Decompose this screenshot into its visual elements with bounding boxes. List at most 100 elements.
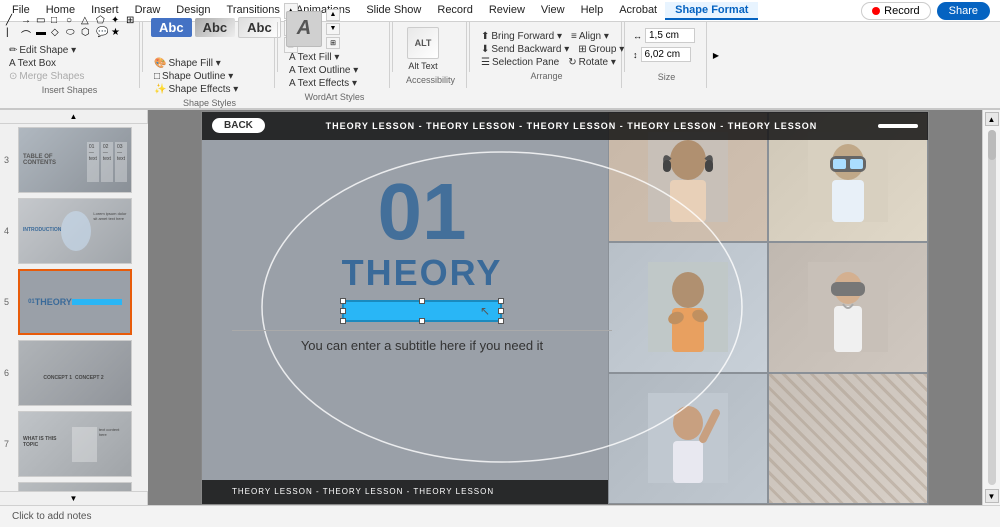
abc-style-3[interactable]: Abc — [238, 17, 281, 38]
star-icon[interactable]: ✦ — [111, 15, 125, 26]
slide-thumbnail-6[interactable]: CONCEPT 1 CONCEPT 2 — [18, 340, 132, 406]
rect3-icon[interactable]: ▬ — [36, 27, 50, 42]
slide-thumbnail-7[interactable]: WHAT IS THIS TOPIC text content here — [18, 411, 132, 477]
abc-style-1[interactable]: Abc — [151, 18, 192, 37]
handle-tr — [498, 298, 504, 304]
star2-icon[interactable]: ★ — [111, 27, 125, 42]
slide-viewport: BACK THEORY LESSON - THEORY LESSON - THE… — [148, 110, 982, 505]
bring-forward-button[interactable]: ⬆ Bring Forward ▾ — [478, 30, 565, 43]
slide-thumbnail-3[interactable]: TABLE OF CONTENTS 01—text 02—text 03—tex… — [18, 127, 132, 193]
size-group: ↔ 1,5 cm ↕ 6,02 cm Size — [627, 22, 707, 88]
slide-canvas[interactable]: BACK THEORY LESSON - THEORY LESSON - THE… — [201, 111, 929, 505]
slide-item-3[interactable]: 3 TABLE OF CONTENTS 01—text 02—text 03—t… — [18, 127, 144, 193]
status-text: Click to add notes — [12, 511, 92, 522]
menu-view[interactable]: View — [533, 2, 573, 20]
wordart-scroll-down[interactable]: ▼ — [326, 23, 340, 35]
shape-outline-button[interactable]: □ Shape Outline ▾ — [151, 70, 236, 83]
text-fill-button[interactable]: A Text Fill ▾ — [286, 51, 342, 64]
slide-item-6[interactable]: 6 CONCEPT 1 CONCEPT 2 — [18, 340, 144, 406]
menu-help[interactable]: Help — [573, 2, 612, 20]
slide-divider — [232, 330, 612, 331]
shape-effects-button[interactable]: ✨ Shape Effects ▾ — [151, 83, 241, 96]
menu-review[interactable]: Review — [481, 2, 533, 20]
person-vr-svg — [808, 132, 888, 222]
handle-bl — [340, 318, 346, 324]
shape-fill-button[interactable]: 🎨 Shape Fill ▾ — [151, 57, 224, 70]
slide-num-4: 4 — [4, 226, 9, 236]
divider-5 — [624, 22, 625, 72]
height-input[interactable]: 6,02 cm — [641, 47, 691, 62]
right-scrollbar-thumb[interactable] — [988, 130, 996, 160]
text-box-button[interactable]: A Text Box — [6, 57, 59, 70]
more-icon[interactable]: ⊞ — [126, 15, 140, 26]
menu-shape-format[interactable]: Shape Format — [665, 2, 758, 20]
panel-scroll-down-button[interactable]: ▼ — [0, 492, 147, 505]
selected-text-box[interactable]: ↖ — [342, 300, 502, 322]
header-oval — [878, 124, 918, 128]
width-input[interactable]: 1,5 cm — [645, 28, 695, 43]
align-icon: ≡ — [571, 31, 577, 42]
alt-text-icon-box: ALT — [407, 27, 439, 59]
menu-acrobat[interactable]: Acrobat — [611, 2, 665, 20]
rect-icon[interactable]: ▭ — [36, 15, 50, 26]
shape-effects-row: ✨ Shape Effects ▾ — [151, 83, 241, 96]
ribbon-right-arrow[interactable]: ▶ — [708, 22, 724, 88]
group-button[interactable]: ⊞ Group ▾ — [575, 43, 627, 56]
slide-canvas-area: BACK THEORY LESSON - THEORY LESSON - THE… — [148, 110, 982, 505]
panel-scroll-up-button[interactable]: ▲ — [0, 110, 147, 123]
right-scroll-down[interactable]: ▼ — [985, 489, 999, 503]
merge-shapes-button[interactable]: ⊙ Merge Shapes — [6, 70, 87, 83]
shape-outline-row: □ Shape Outline ▾ — [151, 70, 236, 83]
accessibility-label: Accessibility — [401, 75, 460, 85]
slide-num-5: 5 — [4, 297, 9, 307]
menu-record[interactable]: Record — [429, 2, 480, 20]
diamond-icon[interactable]: ◇ — [51, 27, 65, 42]
send-backward-button[interactable]: ⬇ Send Backward ▾ — [478, 43, 572, 56]
divider-4 — [469, 22, 470, 72]
wordart-scroll-up[interactable]: ▲ — [326, 9, 340, 21]
align-label: Align ▾ — [579, 31, 609, 42]
slide-subtitle[interactable]: You can enter a subtitle here if you nee… — [232, 337, 612, 355]
ellipse-icon[interactable]: ○ — [66, 15, 80, 26]
right-scroll-up[interactable]: ▲ — [985, 112, 999, 126]
alt-text-label: Alt Text — [408, 61, 437, 71]
slide-thumbnail-4[interactable]: INTRODUCTION Lorem ipsum dolor sit amet … — [18, 198, 132, 264]
abc-style-2[interactable]: Abc — [195, 18, 236, 37]
slide-item-7[interactable]: 7 WHAT IS THIS TOPIC text content here — [18, 411, 144, 477]
pentagon-icon[interactable]: ⬠ — [96, 15, 110, 26]
slide-item-8[interactable]: 8 FEATURES OF THIS TOPIC 02 — [18, 482, 144, 491]
slide-item-5[interactable]: 5 01 THEORY — [18, 269, 144, 335]
rect2-icon[interactable]: □ — [51, 15, 65, 26]
record-button[interactable]: Record — [861, 2, 930, 20]
line-icon[interactable]: ╱ — [6, 15, 20, 26]
handle-ml — [340, 308, 346, 314]
arrow-icon[interactable]: → — [21, 15, 35, 26]
share-button[interactable]: Share — [937, 2, 990, 20]
edit-shape-button[interactable]: ✏ Edit Shape ▾ — [6, 44, 79, 57]
rotate-button[interactable]: ↻ Rotate ▾ — [565, 56, 619, 69]
line2-icon[interactable]: | — [6, 27, 20, 42]
triangle-icon[interactable]: △ — [81, 15, 95, 26]
text-effects-label: Text Effects ▾ — [298, 78, 357, 89]
bring-forward-label: Bring Forward ▾ — [491, 31, 562, 42]
ribbon-scroll-right: ▶ — [707, 22, 725, 88]
slide-footer: THEORY LESSON - THEORY LESSON - THEORY L… — [202, 480, 608, 504]
slide-item-4[interactable]: 4 INTRODUCTION Lorem ipsum dolor sit ame… — [18, 198, 144, 264]
hex-icon[interactable]: ⬡ — [81, 27, 95, 42]
handle-bm — [419, 318, 425, 324]
slide-thumbnail-5[interactable]: 01 THEORY — [18, 269, 132, 335]
selection-pane-button[interactable]: ☰ Selection Pane — [478, 56, 562, 69]
text-outline-button[interactable]: A Text Outline ▾ — [286, 64, 361, 77]
callout-icon[interactable]: 💬 — [96, 27, 110, 42]
back-button[interactable]: BACK — [212, 118, 265, 133]
oval-icon[interactable]: ⬭ — [66, 27, 80, 42]
alt-text-button[interactable]: ALT Alt Text — [401, 25, 445, 73]
text-effects-button[interactable]: A Text Effects ▾ — [286, 77, 360, 90]
ribbon: ╱ → ▭ □ ○ △ ⬠ ✦ ⊞ | ⌒ ▬ ◇ ⬭ ⬡ 💬 ★ — [0, 22, 1000, 110]
curve-icon[interactable]: ⌒ — [21, 27, 35, 42]
menu-slide-show[interactable]: Slide Show — [358, 2, 429, 20]
wordart-expand[interactable]: ⊞ — [326, 37, 340, 49]
slide-thumbnail-8[interactable]: FEATURES OF THIS TOPIC 02 — [18, 482, 132, 491]
merge-shapes-label: Merge Shapes — [19, 71, 84, 82]
align-button[interactable]: ≡ Align ▾ — [568, 30, 612, 43]
